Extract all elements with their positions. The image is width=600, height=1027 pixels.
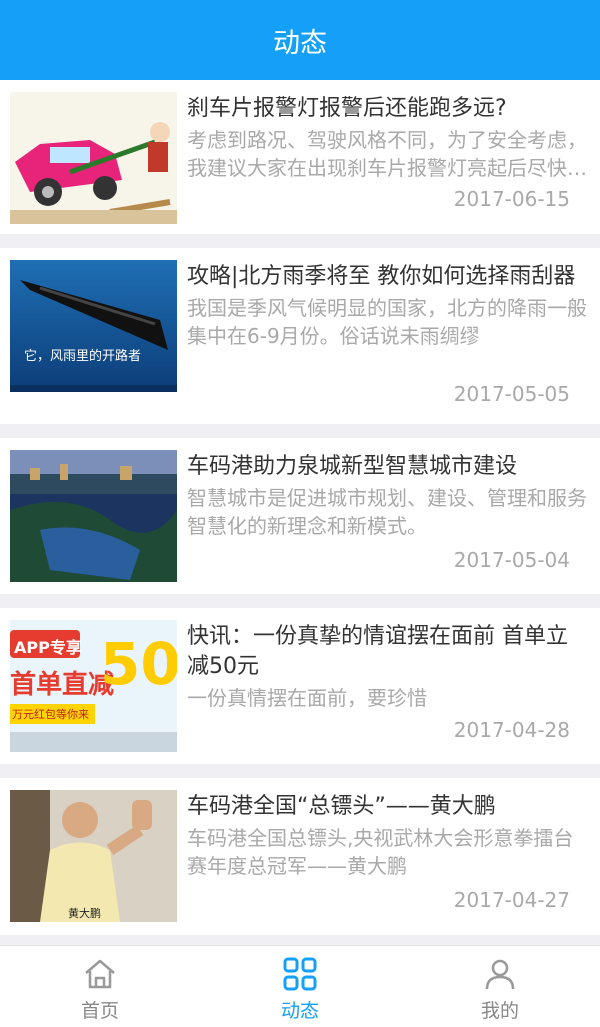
article-summary: 考虑到路况、驾驶风格不同，为了安全考虑，我建议大家在出现刹车片报警灯亮起后尽快更… xyxy=(187,128,587,180)
article-card-1[interactable]: 刹车片报警灯报警后还能跑多远? 考虑到路况、驾驶风格不同，为了安全考虑，我建议大… xyxy=(0,80,600,234)
article-text-4: 快讯：一份真挚的情谊摆在面前 首单立减50元 一份真情摆在面前，要珍惜 xyxy=(187,622,588,712)
promo-text-bonus: 万元红包等你来 xyxy=(12,708,89,721)
bottom-tab-bar: 首页 动态 我的 xyxy=(0,945,600,1027)
tab-home[interactable]: 首页 xyxy=(0,946,200,1027)
tab-feed[interactable]: 动态 xyxy=(200,946,400,1027)
article-title: 车码港助力泉城新型智慧城市建设 xyxy=(187,454,518,479)
promo-text-amount: 50 xyxy=(100,630,177,698)
article-date: 2017-05-04 xyxy=(453,548,570,572)
article-summary: 一份真情摆在面前，要珍惜 xyxy=(187,686,427,710)
user-icon xyxy=(485,959,515,990)
thumb-caption: 它，风雨里的开路者 xyxy=(24,349,142,364)
promo-text-first-order: 首单直减 xyxy=(10,670,115,700)
article-text-3: 车码港助力泉城新型智慧城市建设 智慧城市是促进城市规划、建设、管理和服务智慧化的… xyxy=(187,452,588,540)
thumb-signature: 黄大鹏 xyxy=(68,907,101,920)
article-text-1: 刹车片报警灯报警后还能跑多远? 考虑到路况、驾驶风格不同，为了安全考虑，我建议大… xyxy=(187,94,588,182)
header-bar: 动态 xyxy=(0,0,600,80)
article-summary: 我国是季风气候明显的国家，北方的降雨一般集中在6-9月份。俗话说未雨绸缪 xyxy=(187,296,587,348)
article-title: 刹车片报警灯报警后还能跑多远? xyxy=(187,96,507,121)
article-card-4[interactable]: APP专享 首单直减 50 万元红包等你来 快讯：一份真挚的情谊摆在面前 首单立… xyxy=(0,608,600,764)
promo-banner-image: APP专享 首单直减 50 万元红包等你来 xyxy=(10,620,177,752)
city-night-image xyxy=(10,450,177,582)
article-date: 2017-04-27 xyxy=(453,888,570,912)
car-cartoon-image xyxy=(10,92,177,224)
article-card-2[interactable]: 它，风雨里的开路者 攻略|北方雨季将至 教你如何选择雨刮器 我国是季风气候明显的… xyxy=(0,248,600,424)
article-summary: 智慧城市是促进城市规划、建设、管理和服务智慧化的新理念和新模式。 xyxy=(187,486,587,538)
grid-icon xyxy=(283,957,317,991)
article-date: 2017-04-28 xyxy=(453,718,570,742)
page-title: 动态 xyxy=(273,27,327,59)
article-text-5: 车码港全国“总镖头”——黄大鹏 车码港全国总镖头,央视武林大会形意拳擂台赛年度总… xyxy=(187,792,588,880)
wiper-blade-image: 它，风雨里的开路者 xyxy=(10,260,177,392)
article-card-3[interactable]: 车码港助力泉城新型智慧城市建设 智慧城市是促进城市规划、建设、管理和服务智慧化的… xyxy=(0,438,600,594)
article-title: 车码港全国“总镖头”——黄大鹏 xyxy=(187,794,496,819)
promo-text-app: APP专享 xyxy=(14,638,82,657)
tab-profile-label: 我的 xyxy=(480,1000,519,1022)
article-title: 快讯：一份真挚的情谊摆在面前 首单立减50元 xyxy=(187,624,568,679)
article-card-5[interactable]: 黄大鹏 车码港全国“总镖头”——黄大鹏 车码港全国总镖头,央视武林大会形意拳擂台… xyxy=(0,778,600,935)
martial-artist-image: 黄大鹏 xyxy=(10,790,177,922)
article-summary: 车码港全国总镖头,央视武林大会形意拳擂台赛年度总冠军——黄大鹏 xyxy=(187,826,574,878)
tab-feed-label: 动态 xyxy=(280,1000,319,1022)
tab-home-label: 首页 xyxy=(80,1000,119,1022)
app-root: 动态 刹车片报警灯报警后还能跑多远? 考虑到路况、驾驶风格不同，为了安全考虑，我… xyxy=(0,0,600,1027)
tab-profile[interactable]: 我的 xyxy=(400,946,600,1027)
article-text-2: 攻略|北方雨季将至 教你如何选择雨刮器 我国是季风气候明显的国家，北方的降雨一般… xyxy=(187,262,588,350)
article-date: 2017-06-15 xyxy=(453,187,570,211)
article-title: 攻略|北方雨季将至 教你如何选择雨刮器 xyxy=(187,264,576,289)
article-date: 2017-05-05 xyxy=(453,382,570,406)
home-icon xyxy=(85,959,115,989)
